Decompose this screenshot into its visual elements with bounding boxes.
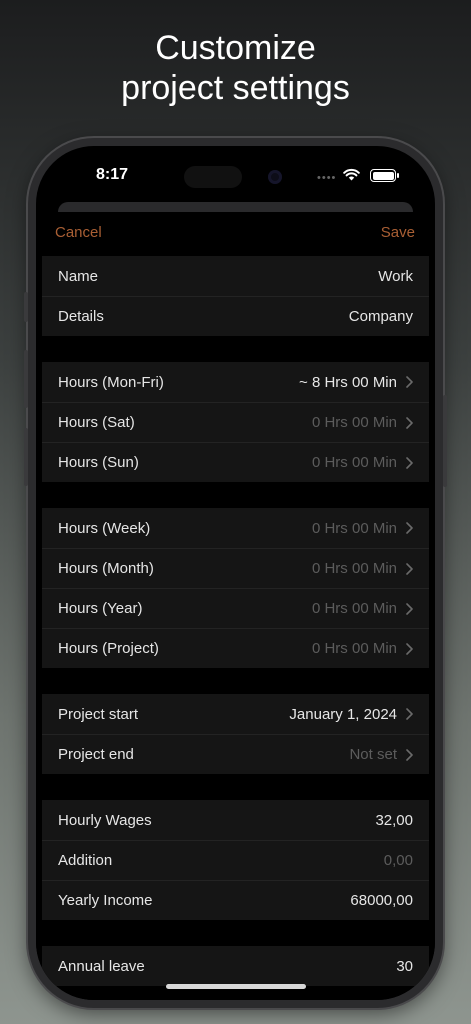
battery-icon: [370, 169, 399, 182]
row-value: ~ 8 Hrs 00 Min: [299, 373, 397, 391]
row-label: Hours (Sun): [58, 454, 139, 471]
hours-year-row[interactable]: Hours (Year) 0 Hrs 00 Min: [42, 588, 429, 628]
chevron-right-icon: [406, 376, 413, 388]
row-value: 0 Hrs 00 Min: [311, 519, 397, 537]
chevron-right-icon: [406, 602, 413, 615]
row-label: Yearly Income: [58, 892, 153, 909]
settings-sheet: Cancel Save Name Work Details Company Ho…: [36, 212, 435, 1000]
row-value: 0 Hrs 00 Min: [311, 600, 397, 617]
row-label: Annual leave: [58, 957, 145, 975]
yearly-income-row[interactable]: Yearly Income 68000,00: [42, 880, 429, 920]
row-label: Hours (Year): [58, 600, 143, 617]
row-label: Hours (Mon-Fri): [58, 373, 164, 391]
row-value: 0 Hrs 00 Min: [311, 414, 397, 431]
period-hours-group: Hours (Week) 0 Hrs 00 Min Hours (Month) …: [42, 508, 429, 668]
row-value: 32,00: [375, 811, 413, 829]
save-button[interactable]: Save: [381, 224, 415, 241]
status-bar: 8:17 ••••: [36, 146, 435, 198]
chevron-right-icon: [406, 642, 413, 655]
headline: Customize project settings: [0, 28, 471, 108]
nav-bar: Cancel Save: [36, 212, 435, 256]
row-value: 0 Hrs 00 Min: [311, 560, 397, 577]
row-value: 0,00: [383, 852, 413, 869]
hours-sat-row[interactable]: Hours (Sat) 0 Hrs 00 Min: [42, 402, 429, 442]
addition-row[interactable]: Addition 0,00: [42, 840, 429, 880]
project-dates-group: Project start January 1, 2024 Project en…: [42, 694, 429, 774]
row-label: Hours (Week): [58, 519, 151, 537]
row-label: Hours (Project): [58, 640, 159, 657]
leave-group: Annual leave 30: [42, 946, 429, 986]
annual-leave-row[interactable]: Annual leave 30: [42, 946, 429, 986]
row-value: 0 Hrs 00 Min: [311, 640, 397, 657]
phone-screen: 8:17 •••• Cancel Save Name Work Details …: [36, 146, 435, 1000]
name-row[interactable]: Name Work: [42, 256, 429, 296]
row-label: Details: [58, 308, 104, 325]
row-label: Name: [58, 267, 99, 285]
hours-month-row[interactable]: Hours (Month) 0 Hrs 00 Min: [42, 548, 429, 588]
dynamic-island: [184, 166, 242, 188]
row-label: Addition: [58, 852, 113, 869]
daily-hours-group: Hours (Mon-Fri) ~ 8 Hrs 00 Min Hours (Sa…: [42, 362, 429, 482]
hours-mon-fri-row[interactable]: Hours (Mon-Fri) ~ 8 Hrs 00 Min: [42, 362, 429, 402]
row-value: January 1, 2024: [289, 705, 397, 723]
hours-sun-row[interactable]: Hours (Sun) 0 Hrs 00 Min: [42, 442, 429, 482]
chevron-right-icon: [406, 708, 413, 720]
signal-dots-icon: ••••: [317, 172, 337, 184]
row-value: 0 Hrs 00 Min: [311, 454, 397, 471]
row-label: Project end: [58, 746, 134, 763]
home-indicator[interactable]: [166, 984, 306, 989]
chevron-right-icon: [406, 748, 413, 761]
chevron-right-icon: [406, 522, 413, 534]
volume-down-button: [24, 428, 28, 486]
chevron-right-icon: [406, 416, 413, 429]
power-button: [443, 395, 447, 487]
wifi-icon: [343, 168, 360, 181]
action-button: [24, 292, 28, 322]
row-value: Work: [378, 267, 413, 285]
row-label: Hours (Month): [58, 560, 154, 577]
basic-info-group: Name Work Details Company: [42, 256, 429, 336]
project-start-row[interactable]: Project start January 1, 2024: [42, 694, 429, 734]
cancel-button[interactable]: Cancel: [55, 224, 102, 241]
row-value: Company: [348, 308, 413, 325]
project-end-row[interactable]: Project end Not set: [42, 734, 429, 774]
chevron-right-icon: [406, 456, 413, 469]
hours-week-row[interactable]: Hours (Week) 0 Hrs 00 Min: [42, 508, 429, 548]
row-value: 68000,00: [350, 892, 413, 909]
wages-group: Hourly Wages 32,00 Addition 0,00 Yearly …: [42, 800, 429, 920]
row-value: 30: [396, 957, 413, 975]
hourly-wages-row[interactable]: Hourly Wages 32,00: [42, 800, 429, 840]
status-time: 8:17: [96, 166, 129, 183]
row-label: Hours (Sat): [58, 414, 135, 431]
camera-icon: [268, 170, 282, 184]
details-row[interactable]: Details Company: [42, 296, 429, 336]
row-value: Not set: [349, 746, 397, 763]
row-label: Hourly Wages: [58, 811, 152, 829]
headline-line-2: project settings: [121, 69, 350, 107]
row-label: Project start: [58, 705, 139, 723]
volume-up-button: [24, 350, 28, 408]
chevron-right-icon: [406, 562, 413, 575]
headline-line-1: Customize: [155, 29, 316, 67]
hours-project-row[interactable]: Hours (Project) 0 Hrs 00 Min: [42, 628, 429, 668]
